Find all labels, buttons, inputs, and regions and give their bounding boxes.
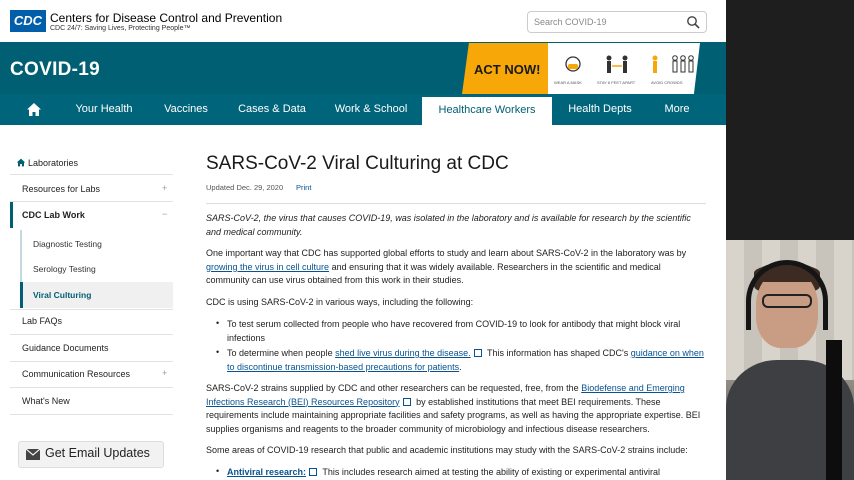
page-title: SARS-CoV-2 Viral Culturing at CDC <box>206 153 509 174</box>
banner-title[interactable]: COVID-19 <box>10 59 100 81</box>
act-caption-crowds: AVOID CROWDS <box>651 80 683 85</box>
list-item-serum-test: To test serum collected from people who … <box>227 319 681 343</box>
act-caption-distance: STAY 6 FEET APART <box>597 80 636 85</box>
sidebar-divider <box>10 174 173 175</box>
paragraph-growing-virus: One important way that CDC has supported… <box>206 247 706 288</box>
search-icon[interactable] <box>686 15 700 29</box>
antiviral-research-link[interactable]: Antiviral research: <box>227 467 306 477</box>
list-text: . <box>459 361 462 372</box>
home-icon[interactable] <box>26 102 42 117</box>
nav-tab-work-school[interactable]: Work & School <box>324 94 418 125</box>
list-item-antiviral: Antiviral research: This includes resear… <box>227 466 707 480</box>
org-tagline: CDC 24/7: Saving Lives, Protecting Peopl… <box>50 25 191 32</box>
search-input[interactable]: Search COVID-19 <box>527 11 707 33</box>
intro-paragraph: SARS-CoV-2, the virus that causes COVID-… <box>206 213 691 237</box>
external-link-icon[interactable] <box>402 397 411 406</box>
updated-date: Updated Dec. 29, 2020 <box>206 183 284 192</box>
nav-tab-vaccines[interactable]: Vaccines <box>150 94 222 125</box>
list-text: This includes research aimed at testing … <box>320 467 661 477</box>
browser-page: CDC Centers for Disease Control and Prev… <box>0 0 726 480</box>
shed-live-virus-link[interactable]: shed live virus during the disease. <box>335 348 471 358</box>
single-person-icon <box>652 55 658 73</box>
external-link-icon[interactable] <box>473 349 482 357</box>
bullet-dot: • <box>216 347 220 357</box>
sidebar-item-diagnostic-testing[interactable]: Diagnostic Testing <box>33 239 102 249</box>
sidebar-divider <box>10 414 173 415</box>
home-icon <box>16 158 26 167</box>
org-name[interactable]: Centers for Disease Control and Preventi… <box>50 11 282 25</box>
sidebar-divider <box>10 334 173 335</box>
sidebar-divider <box>10 201 173 202</box>
sidebar-item-communication-resources[interactable]: Communication Resources <box>22 369 130 379</box>
sidebar-item-viral-culturing[interactable]: Viral Culturing <box>33 290 91 300</box>
expand-plus-icon[interactable]: + <box>162 368 167 378</box>
webcam-microphone <box>826 340 842 480</box>
act-now-label: ACT NOW! <box>474 62 541 77</box>
nav-tab-more[interactable]: More <box>652 94 702 125</box>
growing-virus-link[interactable]: growing the virus in cell culture <box>206 262 329 272</box>
content-divider <box>206 203 706 204</box>
list-text: To determine when people <box>227 348 336 358</box>
bullet-dot: • <box>216 466 220 476</box>
distance-people-icon <box>606 55 628 73</box>
nav-tab-your-health[interactable]: Your Health <box>62 94 146 125</box>
list-text: This information has shaped CDC's <box>484 348 631 358</box>
webcam-overlay <box>726 240 854 480</box>
expand-plus-icon[interactable]: + <box>162 183 167 193</box>
collapse-minus-icon[interactable]: − <box>162 209 167 219</box>
paragraph-research-areas: Some areas of COVID-19 research that pub… <box>206 445 688 455</box>
paragraph-cdc-using: CDC is using SARS-CoV-2 in various ways,… <box>206 297 474 307</box>
crowd-icon <box>672 55 694 73</box>
paragraph-text: SARS-CoV-2 strains supplied by CDC and o… <box>206 383 582 393</box>
sidebar-divider <box>10 387 173 388</box>
cdc-logo[interactable]: CDC <box>10 10 46 32</box>
bullet-dot: • <box>216 318 220 328</box>
external-link-icon[interactable] <box>309 468 318 476</box>
sidebar-divider <box>10 309 173 310</box>
sidebar-item-serology-testing[interactable]: Serology Testing <box>33 264 96 274</box>
sidebar-item-guidance-documents[interactable]: Guidance Documents <box>22 343 109 353</box>
get-email-updates-label: Get Email Updates <box>45 446 150 460</box>
mask-person-icon <box>565 56 581 72</box>
nav-tab-healthcare-workers[interactable]: Healthcare Workers <box>422 94 552 125</box>
sidebar-item-cdc-lab-work[interactable]: CDC Lab Work <box>22 210 85 220</box>
print-link[interactable]: Print <box>296 183 311 192</box>
sidebar-item-whats-new[interactable]: What's New <box>22 396 70 406</box>
sidebar-active-rail <box>10 202 13 228</box>
nav-tab-cases-data[interactable]: Cases & Data <box>228 94 316 125</box>
sidebar-item-lab-faqs[interactable]: Lab FAQs <box>22 316 62 326</box>
nav-tab-health-depts[interactable]: Health Depts <box>556 94 644 125</box>
act-caption-mask: WEAR A MASK <box>554 80 582 85</box>
paragraph-text: One important way that CDC has supported… <box>206 248 687 258</box>
sidebar-divider <box>10 361 173 362</box>
paragraph-bei-strains: SARS-CoV-2 strains supplied by CDC and o… <box>206 382 706 436</box>
list-item-shed-virus: To determine when people shed live virus… <box>227 347 707 374</box>
sidebar-parent-laboratories[interactable]: Laboratories <box>28 158 78 168</box>
envelope-icon <box>26 449 40 460</box>
sidebar-item-resources-for-labs[interactable]: Resources for Labs <box>22 184 100 194</box>
